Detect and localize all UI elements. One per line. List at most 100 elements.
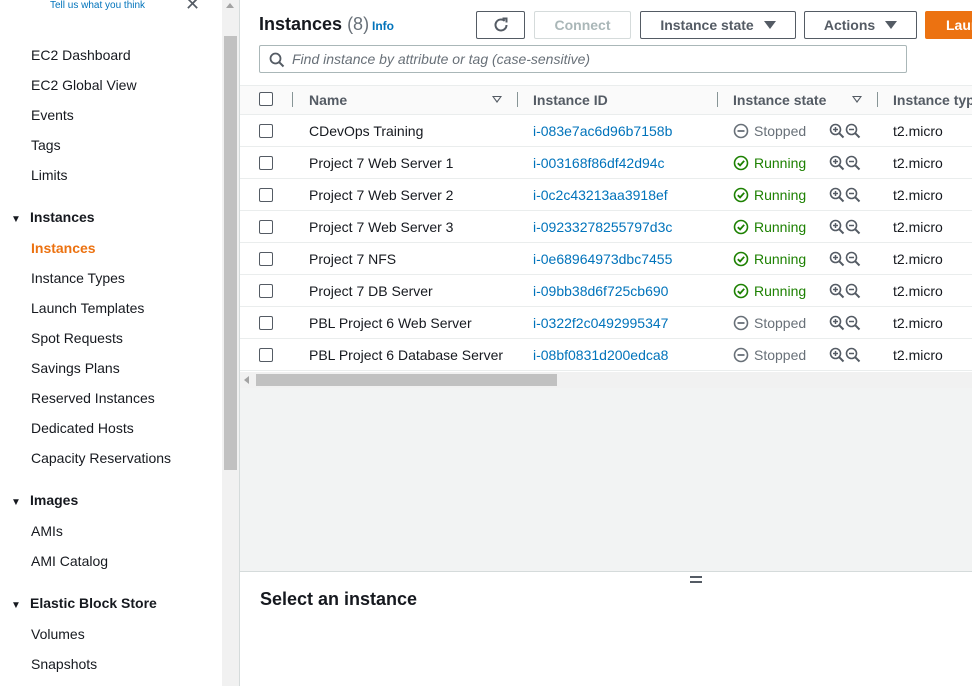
- column-separator[interactable]: [292, 92, 293, 107]
- sidebar-item[interactable]: Snapshots: [31, 656, 97, 672]
- table-row[interactable]: Project 7 Web Server 3 i-09233278255797d3…: [240, 211, 972, 243]
- feedback-link[interactable]: Tell us what you think: [50, 0, 145, 11]
- sidebar-item[interactable]: Volumes: [31, 626, 85, 642]
- row-checkbox[interactable]: [259, 348, 273, 362]
- sidebar-section-header[interactable]: ▼ Elastic Block Store: [11, 595, 157, 611]
- zoom-in-icon[interactable]: [829, 219, 845, 235]
- sidebar-item[interactable]: Launch Templates: [31, 300, 144, 316]
- table-row[interactable]: Project 7 NFS i-0e68964973dbc7455 Running t…: [240, 243, 972, 275]
- instance-id-link[interactable]: i-0e68964973dbc7455: [533, 251, 672, 267]
- search-box[interactable]: [259, 45, 907, 73]
- table-horizontal-scrollbar-thumb[interactable]: [256, 374, 557, 386]
- zoom-out-icon[interactable]: [845, 219, 861, 235]
- connect-button[interactable]: Connect: [534, 11, 631, 39]
- instance-id-link[interactable]: i-083e7ac6d96b7158b: [533, 123, 672, 139]
- sort-icon[interactable]: [852, 96, 862, 103]
- instance-id-link[interactable]: i-09233278255797d3c: [533, 219, 672, 235]
- sort-icon[interactable]: [492, 96, 502, 103]
- table-row[interactable]: PBL Project 6 Database Server i-08bf0831d…: [240, 339, 972, 371]
- state-filter-icons: [829, 315, 861, 331]
- instance-type: t2.micro: [893, 315, 943, 331]
- sidebar-item[interactable]: AMI Catalog: [31, 553, 108, 569]
- search-input[interactable]: [292, 49, 892, 69]
- sidebar-item[interactable]: EC2 Dashboard: [31, 47, 131, 63]
- row-checkbox[interactable]: [259, 156, 273, 170]
- column-header-instance-type[interactable]: Instance typ: [893, 92, 972, 108]
- table-row[interactable]: CDevOps Training i-083e7ac6d96b7158b Stopp…: [240, 115, 972, 147]
- sidebar-item[interactable]: Reserved Instances: [31, 390, 155, 406]
- zoom-in-icon[interactable]: [829, 123, 845, 139]
- zoom-out-icon[interactable]: [845, 283, 861, 299]
- zoom-out-icon[interactable]: [845, 251, 861, 267]
- sidebar-scrollbar-thumb[interactable]: [224, 36, 237, 470]
- actions-dropdown[interactable]: Actions: [804, 11, 917, 39]
- row-checkbox[interactable]: [259, 252, 273, 266]
- info-link[interactable]: Info: [372, 19, 394, 33]
- row-checkbox[interactable]: [259, 124, 273, 138]
- sidebar-item[interactable]: EC2 Global View: [31, 77, 137, 93]
- row-checkbox[interactable]: [259, 188, 273, 202]
- sidebar-item[interactable]: Events: [31, 107, 74, 123]
- table-row[interactable]: PBL Project 6 Web Server i-0322f2c0492995…: [240, 307, 972, 339]
- sidebar-section-header[interactable]: ▼ Instances: [11, 209, 95, 225]
- scroll-up-arrow-icon[interactable]: [226, 3, 234, 8]
- launch-instances-button[interactable]: Laun: [925, 11, 972, 39]
- zoom-out-icon[interactable]: [845, 123, 861, 139]
- table-row[interactable]: Project 7 DB Server i-09bb38d6f725cb690 Ru…: [240, 275, 972, 307]
- check-circle-icon: [733, 219, 749, 235]
- sidebar-item[interactable]: Capacity Reservations: [31, 450, 171, 466]
- column-separator[interactable]: [517, 92, 518, 107]
- instance-state: Running: [733, 155, 806, 171]
- zoom-out-icon[interactable]: [845, 347, 861, 363]
- instance-state: Stopped: [733, 347, 806, 363]
- zoom-in-icon[interactable]: [829, 283, 845, 299]
- sidebar-item-active[interactable]: Instances: [31, 240, 96, 256]
- column-header-name[interactable]: Name: [309, 92, 347, 108]
- check-circle-icon: [733, 283, 749, 299]
- sidebar-section-header[interactable]: ▼ Images: [11, 492, 78, 508]
- zoom-in-icon[interactable]: [829, 251, 845, 267]
- instance-name: Project 7 NFS: [309, 251, 397, 267]
- row-checkbox[interactable]: [259, 220, 273, 234]
- row-checkbox[interactable]: [259, 284, 273, 298]
- table-row[interactable]: Project 7 Web Server 2 i-0c2c43213aa3918e…: [240, 179, 972, 211]
- instance-name: Project 7 Web Server 1: [309, 155, 454, 171]
- instance-state-dropdown[interactable]: Instance state: [640, 11, 796, 39]
- close-icon[interactable]: ✕: [185, 0, 200, 15]
- sidebar-item[interactable]: Instance Types: [31, 270, 125, 286]
- instance-id-link[interactable]: i-0322f2c0492995347: [533, 315, 668, 331]
- instance-id-link[interactable]: i-003168f86df42d94c: [533, 155, 665, 171]
- zoom-out-icon[interactable]: [845, 155, 861, 171]
- zoom-in-icon[interactable]: [829, 347, 845, 363]
- split-panel-resize-handle-icon[interactable]: [690, 576, 703, 584]
- sidebar-item[interactable]: Dedicated Hosts: [31, 420, 134, 436]
- instance-id-link[interactable]: i-0c2c43213aa3918ef: [533, 187, 668, 203]
- refresh-button[interactable]: [476, 11, 525, 39]
- sidebar-item[interactable]: AMIs: [31, 523, 63, 539]
- instance-state: Running: [733, 251, 806, 267]
- instance-id-link[interactable]: i-08bf0831d200edca8: [533, 347, 668, 363]
- column-header-instance-state[interactable]: Instance state: [733, 92, 826, 108]
- zoom-in-icon[interactable]: [829, 187, 845, 203]
- zoom-out-icon[interactable]: [845, 315, 861, 331]
- detail-panel-title: Select an instance: [260, 589, 418, 609]
- instance-count: (8): [347, 14, 370, 34]
- scroll-left-arrow-icon[interactable]: [244, 376, 249, 384]
- search-icon: [269, 52, 285, 68]
- sidebar-item[interactable]: Limits: [31, 167, 68, 183]
- zoom-in-icon[interactable]: [829, 155, 845, 171]
- zoom-out-icon[interactable]: [845, 187, 861, 203]
- table-row[interactable]: Project 7 Web Server 1 i-003168f86df42d94…: [240, 147, 972, 179]
- row-checkbox[interactable]: [259, 316, 273, 330]
- select-all-checkbox[interactable]: [259, 92, 273, 106]
- minus-circle-icon: [733, 347, 749, 363]
- instance-id-link[interactable]: i-09bb38d6f725cb690: [533, 283, 668, 299]
- column-separator[interactable]: [877, 92, 878, 107]
- column-separator[interactable]: [717, 92, 718, 107]
- sidebar-item[interactable]: Spot Requests: [31, 330, 123, 346]
- zoom-in-icon[interactable]: [829, 315, 845, 331]
- column-header-instance-id[interactable]: Instance ID: [533, 92, 608, 108]
- sidebar-item[interactable]: Tags: [31, 137, 61, 153]
- sidebar-item[interactable]: Savings Plans: [31, 360, 120, 376]
- instance-state-text: Running: [754, 283, 807, 299]
